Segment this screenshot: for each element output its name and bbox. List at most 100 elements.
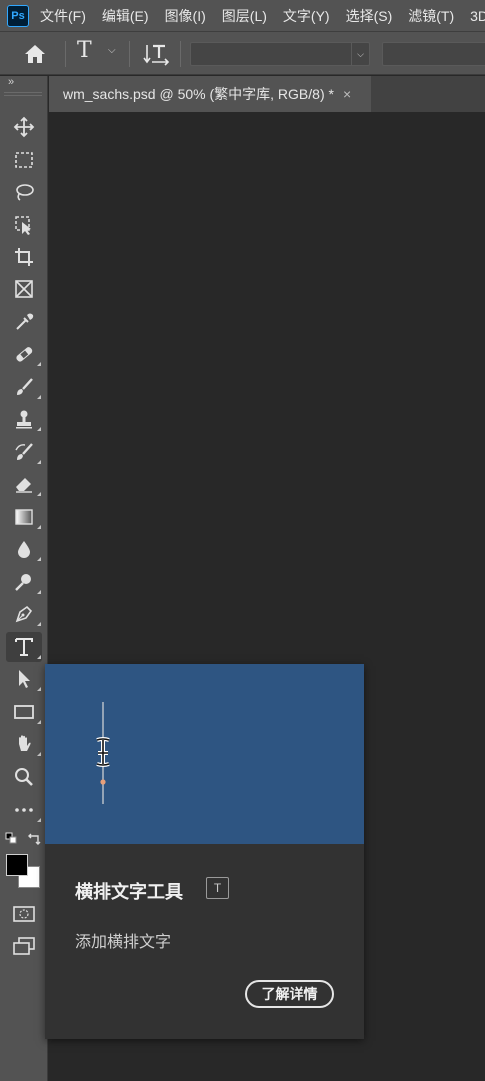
tooltip-preview-animation — [45, 664, 364, 844]
quick-mask-icon[interactable] — [12, 904, 36, 924]
rect-marquee-icon — [15, 152, 33, 168]
foreground-color-swatch[interactable] — [6, 854, 28, 876]
font-family-select[interactable]: ⌵ — [190, 42, 370, 66]
toggle-text-orientation-button[interactable] — [143, 41, 171, 67]
learn-more-button[interactable]: 了解详情 — [245, 980, 334, 1008]
document-tab-bar: wm_sachs.psd @ 50% (繁中字库, RGB/8) * × — [49, 76, 485, 112]
tool-group-corner — [37, 687, 41, 691]
crop-tool[interactable] — [6, 242, 42, 272]
pen-icon — [15, 605, 33, 623]
tool-group-corner — [37, 655, 41, 659]
history-brush-tool[interactable] — [6, 437, 42, 467]
menu-select[interactable]: 选择(S) — [346, 6, 393, 26]
pen-tool[interactable] — [6, 599, 42, 629]
options-bar: T ⌵ ⌵ — [0, 31, 485, 75]
menu-edit[interactable]: 编辑(E) — [102, 6, 149, 26]
tool-group-corner — [37, 818, 41, 822]
screen-mode-icon[interactable] — [12, 936, 36, 956]
tool-preset-picker[interactable]: T — [77, 38, 92, 63]
options-separator — [180, 41, 181, 67]
tooltip-title: 横排文字工具 — [75, 882, 183, 902]
move-icon — [13, 116, 35, 138]
bandage-icon — [16, 347, 33, 362]
shortcut-key-badge: T — [206, 877, 229, 899]
menu-filter[interactable]: 滤镜(T) — [408, 6, 454, 26]
gradient-icon — [15, 509, 33, 525]
document-tab-title: wm_sachs.psd @ 50% (繁中字库, RGB/8) * — [63, 86, 334, 102]
more-icon — [15, 808, 33, 812]
zoom-tool[interactable] — [6, 762, 42, 792]
object-select-icon — [15, 216, 31, 235]
type-tool[interactable] — [6, 632, 42, 662]
lasso-icon — [16, 184, 34, 201]
rectangle-tool[interactable] — [6, 697, 42, 727]
path-select-tool[interactable] — [6, 664, 42, 694]
hand-tool[interactable] — [6, 729, 42, 759]
options-separator — [65, 41, 66, 67]
default-colors-icon[interactable] — [5, 832, 19, 846]
eyedropper-icon — [16, 313, 34, 330]
tool-group-corner — [37, 622, 41, 626]
menu-file[interactable]: 文件(F) — [40, 6, 86, 26]
rectangle-icon — [14, 705, 34, 719]
swap-colors-icon[interactable] — [26, 832, 42, 846]
type-icon — [15, 638, 33, 656]
toolbar-grip[interactable] — [4, 92, 42, 96]
text-cursor-icon — [96, 702, 110, 804]
zoom-icon — [15, 768, 33, 786]
chevron-down-icon[interactable]: ⌵ — [108, 45, 116, 56]
tool-group-corner — [37, 362, 41, 366]
tool-group-corner — [37, 720, 41, 724]
home-icon — [25, 45, 45, 63]
font-style-select[interactable] — [382, 42, 485, 66]
brush-tool[interactable] — [6, 372, 42, 402]
hand-icon — [19, 735, 31, 751]
stamp-icon — [16, 410, 32, 429]
tool-group-corner — [37, 752, 41, 756]
tool-group-corner — [37, 590, 41, 594]
edit-toolbar[interactable] — [6, 795, 42, 825]
toolbar: » — [0, 76, 48, 1081]
close-icon[interactable]: × — [343, 86, 351, 102]
history-brush-icon — [15, 443, 33, 460]
eraser-icon — [16, 478, 32, 493]
lasso-tool[interactable] — [6, 177, 42, 207]
tool-group-corner — [37, 460, 41, 464]
photoshop-logo[interactable]: Ps — [7, 4, 29, 27]
tool-group-corner — [37, 427, 41, 431]
chevron-down-icon[interactable]: ⌵ — [351, 43, 369, 65]
home-button[interactable] — [22, 41, 48, 67]
crop-icon — [15, 248, 33, 266]
tooltip-description: 添加横排文字 — [75, 934, 172, 951]
eyedropper-tool[interactable] — [6, 307, 42, 337]
tool-group-corner — [37, 557, 41, 561]
dodge-icon — [15, 574, 31, 591]
menu-3d[interactable]: 3D — [470, 8, 485, 24]
blur-tool[interactable] — [6, 534, 42, 564]
drop-icon — [18, 541, 30, 558]
marquee-tool[interactable] — [6, 145, 42, 175]
tool-group-corner — [37, 525, 41, 529]
eraser-tool[interactable] — [6, 469, 42, 499]
menu-image[interactable]: 图像(I) — [165, 6, 206, 26]
tool-group-corner — [37, 492, 41, 496]
brush-icon — [17, 378, 33, 395]
text-orientation-icon — [143, 44, 170, 66]
tool-group-corner — [37, 395, 41, 399]
menu-type[interactable]: 文字(Y) — [283, 6, 330, 26]
rich-tooltip: 横排文字工具 T 添加横排文字 了解详情 — [45, 664, 364, 1039]
dodge-tool[interactable] — [6, 567, 42, 597]
healing-brush-tool[interactable] — [6, 339, 42, 369]
menu-layer[interactable]: 图层(L) — [222, 6, 267, 26]
frame-tool[interactable] — [6, 274, 42, 304]
clone-stamp-tool[interactable] — [6, 404, 42, 434]
options-separator — [129, 41, 130, 67]
frame-icon — [15, 280, 33, 298]
gradient-tool[interactable] — [6, 502, 42, 532]
move-tool[interactable] — [6, 112, 42, 142]
object-select-tool[interactable] — [6, 210, 42, 240]
collapse-toolbar-button[interactable]: » — [8, 76, 14, 88]
arrow-icon — [19, 670, 30, 688]
menu-bar: Ps 文件(F) 编辑(E) 图像(I) 图层(L) 文字(Y) 选择(S) 滤… — [0, 0, 485, 31]
document-tab[interactable]: wm_sachs.psd @ 50% (繁中字库, RGB/8) * × — [49, 76, 371, 112]
